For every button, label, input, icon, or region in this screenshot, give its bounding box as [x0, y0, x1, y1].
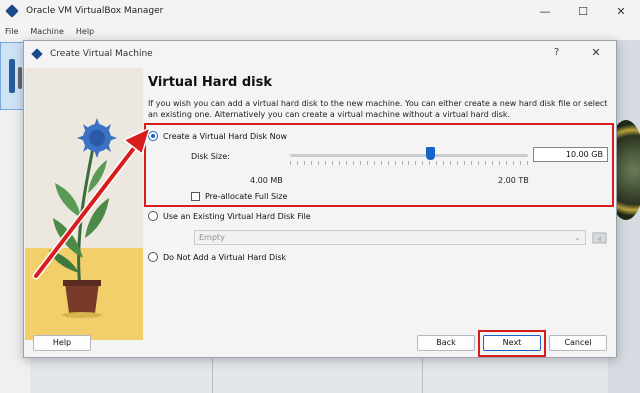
annotation-arrow [32, 126, 152, 280]
